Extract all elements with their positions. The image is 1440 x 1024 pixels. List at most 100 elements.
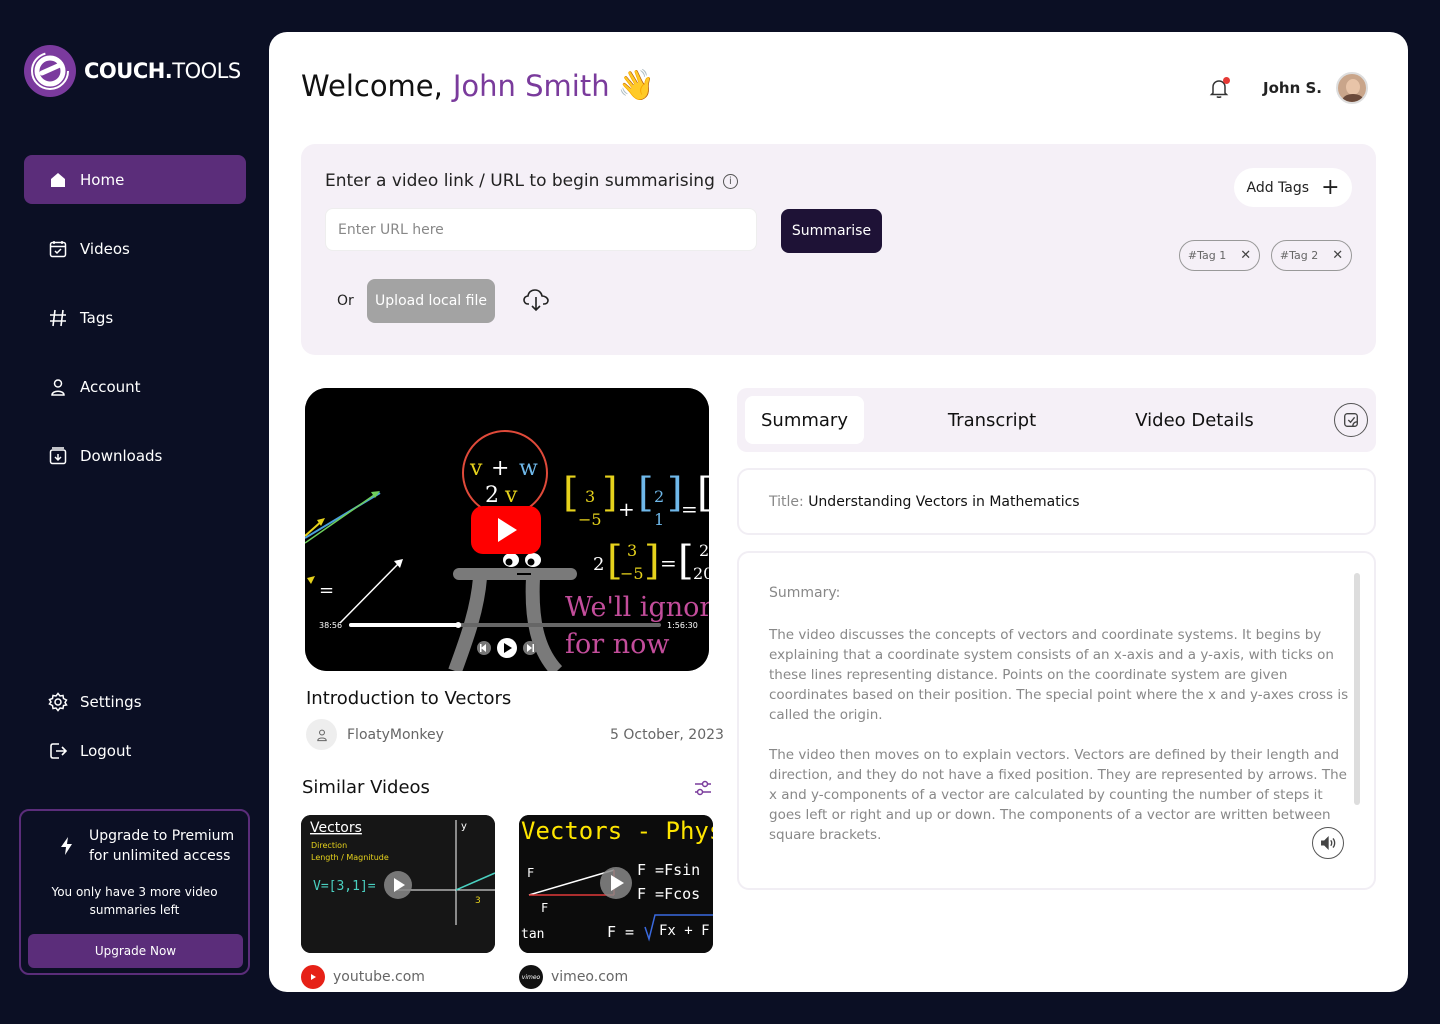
video-date: 5 October, 2023 bbox=[610, 727, 724, 743]
welcome-text: Welcome, bbox=[301, 68, 443, 103]
similar-videos-title: Similar Videos bbox=[302, 777, 430, 798]
youtube-icon bbox=[301, 965, 325, 989]
title-label: Title: bbox=[769, 494, 804, 510]
previous-icon[interactable] bbox=[477, 641, 491, 655]
channel-name: FloatyMonkey bbox=[347, 726, 444, 743]
tag-chip: #Tag 1 ✕ bbox=[1179, 240, 1260, 271]
sidebar-item-label: Tags bbox=[80, 308, 114, 327]
svg-text:3: 3 bbox=[627, 541, 637, 560]
logo-mark-icon bbox=[24, 45, 76, 97]
svg-text:tan: tan bbox=[521, 927, 544, 942]
video-source[interactable]: vimeo vimeo.com bbox=[519, 965, 628, 989]
wave-icon: 👋 bbox=[617, 68, 655, 103]
bell-icon[interactable] bbox=[1207, 76, 1231, 100]
upload-local-file-button[interactable]: Upload local file bbox=[367, 279, 495, 323]
video-frame: = v + w 2 v [ 3 −5 ] + [ 2 1 ] = [ 2 [ 3… bbox=[305, 388, 709, 671]
vimeo-icon: vimeo bbox=[519, 965, 543, 989]
sidebar-item-downloads[interactable]: Downloads bbox=[24, 431, 246, 480]
svg-text:2: 2 bbox=[654, 487, 664, 506]
tab-summary[interactable]: Summary bbox=[745, 396, 864, 444]
summarise-button[interactable]: Summarise bbox=[781, 209, 882, 253]
upgrade-title-line1: Upgrade to Premium bbox=[89, 828, 235, 844]
filter-icon[interactable] bbox=[693, 778, 713, 798]
home-icon bbox=[51, 172, 65, 187]
svg-text:[: [ bbox=[563, 470, 579, 516]
svg-text:[: [ bbox=[638, 470, 654, 516]
user-name[interactable]: John S. bbox=[1263, 79, 1322, 97]
sidebar: COUCH.TOOLS Home Videos Tags Account Dow… bbox=[0, 0, 268, 1024]
logout-icon bbox=[50, 742, 68, 759]
svg-text:]: ] bbox=[644, 538, 660, 584]
svg-text:+: + bbox=[491, 456, 509, 481]
sidebar-item-account[interactable]: Account bbox=[24, 362, 246, 411]
progress-knob[interactable] bbox=[455, 622, 462, 628]
svg-text:2: 2 bbox=[699, 541, 709, 560]
cloud-download-icon[interactable] bbox=[521, 284, 551, 314]
add-tags-button[interactable]: Add Tags + bbox=[1234, 168, 1352, 207]
upgrade-now-button[interactable]: Upgrade Now bbox=[28, 934, 243, 968]
sidebar-item-label: Settings bbox=[80, 692, 142, 711]
sidebar-item-label: Downloads bbox=[80, 446, 163, 465]
close-icon[interactable]: ✕ bbox=[1332, 248, 1343, 263]
svg-text:[: [ bbox=[697, 470, 709, 516]
svg-text:[: [ bbox=[678, 538, 694, 584]
or-label: Or bbox=[337, 293, 354, 309]
sidebar-item-logout[interactable]: Logout bbox=[24, 726, 246, 775]
header-user-area: John S. bbox=[1207, 72, 1368, 104]
info-icon[interactable]: i bbox=[722, 173, 738, 189]
upgrade-heading: Upgrade to Premium for unlimited access bbox=[57, 826, 234, 866]
video-player[interactable]: = v + w 2 v [ 3 −5 ] + [ 2 1 ] = [ 2 [ 3… bbox=[305, 388, 709, 671]
logo[interactable]: COUCH.TOOLS bbox=[24, 45, 241, 97]
avatar[interactable] bbox=[1336, 72, 1368, 104]
sidebar-item-videos[interactable]: Videos bbox=[24, 224, 246, 273]
sidebar-item-label: Videos bbox=[80, 239, 130, 258]
plus-icon: + bbox=[1321, 174, 1340, 200]
play-icon[interactable] bbox=[497, 638, 517, 658]
svg-text:F: F bbox=[541, 901, 548, 915]
title-value: Understanding Vectors in Mathematics bbox=[808, 494, 1080, 510]
sidebar-item-tags[interactable]: Tags bbox=[24, 293, 246, 342]
url-input[interactable] bbox=[325, 208, 757, 251]
svg-text:w: w bbox=[519, 456, 538, 481]
svg-text:3: 3 bbox=[585, 487, 595, 506]
tab-transcript[interactable]: Transcript bbox=[922, 396, 1062, 444]
speaker-icon[interactable] bbox=[1312, 827, 1344, 859]
calendar-icon bbox=[49, 240, 67, 257]
url-panel-title: Enter a video link / URL to begin summar… bbox=[325, 171, 738, 191]
user-icon bbox=[51, 378, 65, 396]
video-source[interactable]: youtube.com bbox=[301, 965, 425, 989]
svg-text:−5: −5 bbox=[620, 564, 644, 583]
thumbnail-heading: Vectors bbox=[310, 820, 362, 836]
sidebar-item-settings[interactable]: Settings bbox=[24, 677, 246, 726]
next-icon[interactable] bbox=[523, 641, 537, 655]
note-icon[interactable] bbox=[1334, 403, 1368, 437]
summary-label: Summary: bbox=[769, 585, 841, 601]
similar-video-thumbnail[interactable]: Vectors Direction Length / Magnitude y 3… bbox=[301, 815, 495, 953]
tag-chip: #Tag 2 ✕ bbox=[1271, 240, 1352, 271]
svg-text:v: v bbox=[469, 456, 483, 481]
progress-fill bbox=[349, 623, 459, 627]
tag-label: #Tag 2 bbox=[1279, 249, 1319, 262]
tab-video-details[interactable]: Video Details bbox=[1127, 396, 1262, 444]
svg-text:2: 2 bbox=[485, 483, 499, 508]
svg-text:y: y bbox=[461, 821, 467, 832]
duration-time: 1:56:30 bbox=[667, 621, 698, 630]
sidebar-item-label: Home bbox=[80, 170, 125, 189]
upgrade-subtitle: You only have 3 more video summaries lef… bbox=[51, 885, 218, 917]
summary-paragraph: The video then moves on to explain vecto… bbox=[769, 747, 1347, 843]
svg-text:20: 20 bbox=[693, 564, 709, 583]
page-title: Welcome, John Smith 👋 bbox=[301, 68, 655, 103]
elapsed-time: 38:56 bbox=[319, 621, 342, 630]
upgrade-title-line2: for unlimited access bbox=[89, 848, 231, 864]
channel-info[interactable]: FloatyMonkey bbox=[306, 719, 444, 750]
url-panel: Enter a video link / URL to begin summar… bbox=[301, 144, 1376, 355]
url-panel-title-text: Enter a video link / URL to begin summar… bbox=[325, 171, 715, 191]
welcome-user-name: John Smith bbox=[452, 68, 610, 103]
scrollbar[interactable] bbox=[1354, 573, 1360, 805]
sidebar-item-home[interactable]: Home bbox=[24, 155, 246, 204]
svg-text:2: 2 bbox=[593, 554, 604, 575]
upgrade-card: Upgrade to Premium for unlimited access … bbox=[19, 809, 250, 975]
similar-video-thumbnail[interactable]: Vectors - Physics F F F =Fsin F =Fcos ta… bbox=[519, 815, 713, 953]
close-icon[interactable]: ✕ bbox=[1240, 248, 1251, 263]
svg-text:=: = bbox=[681, 497, 698, 521]
